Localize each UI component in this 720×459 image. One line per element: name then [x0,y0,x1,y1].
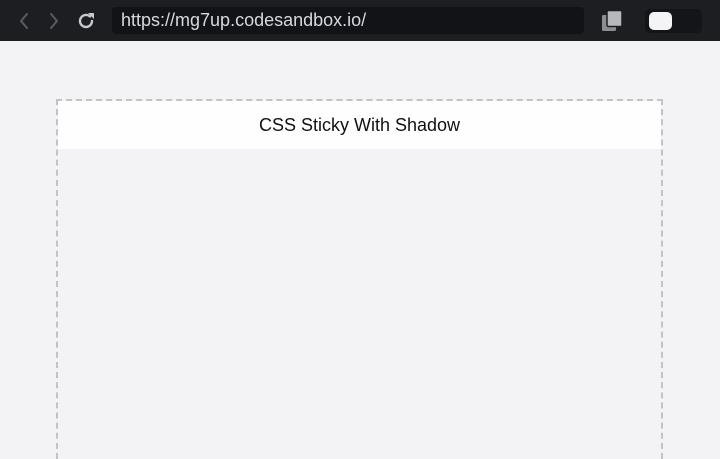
sticky-header: CSS Sticky With Shadow [58,101,661,149]
chevron-right-icon [50,13,58,29]
back-button[interactable] [12,8,36,34]
forward-button[interactable] [42,8,66,34]
theme-toggle[interactable] [645,9,702,33]
browser-toolbar: https://mg7up.codesandbox.io/ [0,0,720,41]
chevron-left-icon [20,13,28,29]
reload-icon [78,13,94,29]
address-bar[interactable]: https://mg7up.codesandbox.io/ [112,7,584,34]
copy-icon [602,9,623,31]
toggle-knob [649,12,672,30]
page-viewport: CSS Sticky With Shadow [0,41,720,459]
header-title: CSS Sticky With Shadow [258,114,461,135]
copy-button[interactable] [600,9,624,33]
reload-button[interactable] [74,8,98,34]
scroll-container[interactable]: CSS Sticky With Shadow [56,99,663,459]
